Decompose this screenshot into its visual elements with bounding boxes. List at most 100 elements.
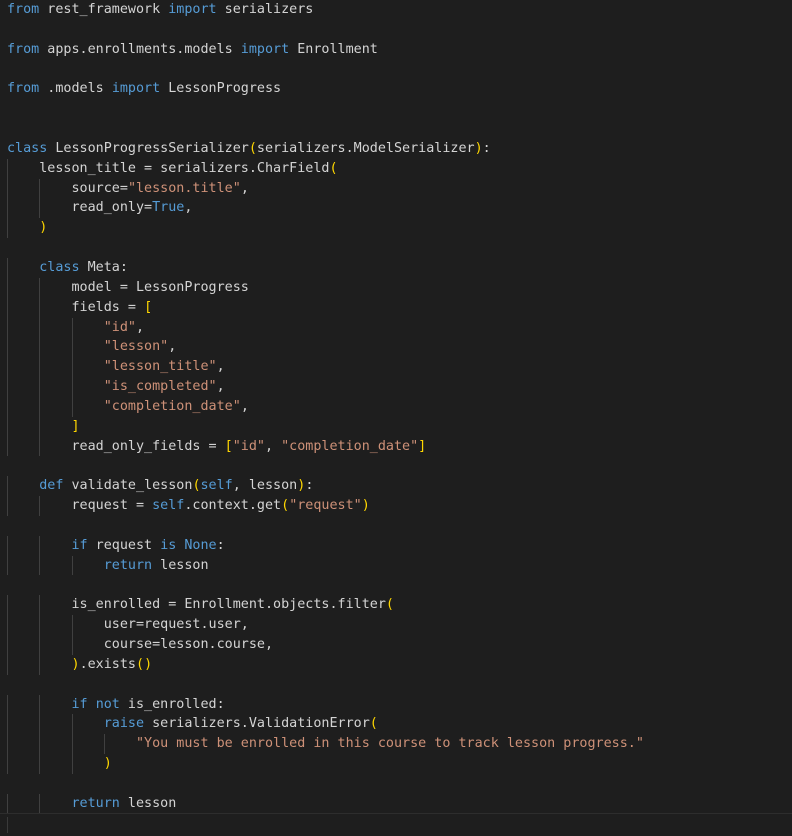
indent-guide bbox=[7, 555, 8, 576]
indent-guide bbox=[7, 277, 8, 298]
code-line[interactable]: is_enrolled = Enrollment.objects.filter( bbox=[7, 595, 792, 616]
code-line[interactable]: lesson_title = serializers.CharField( bbox=[7, 158, 792, 179]
indent-guide bbox=[39, 615, 41, 635]
code-text: user=request.user, bbox=[7, 617, 249, 633]
indent-guide bbox=[39, 793, 41, 814]
code-line[interactable]: "id", bbox=[7, 317, 792, 338]
indent-guide bbox=[39, 178, 41, 199]
indent-guide bbox=[39, 277, 41, 298]
indent-guide bbox=[39, 714, 41, 735]
code-line[interactable]: raise serializers.ValidationError( bbox=[7, 714, 792, 735]
code-line[interactable] bbox=[7, 60, 792, 80]
indent-guide bbox=[71, 635, 73, 655]
indent-guide bbox=[7, 635, 8, 655]
code-line[interactable]: request = self.context.get("request") bbox=[7, 496, 792, 516]
indent-guide bbox=[71, 337, 73, 358]
code-line[interactable] bbox=[7, 99, 792, 119]
code-line[interactable] bbox=[7, 20, 792, 40]
indent-guide bbox=[39, 754, 41, 774]
indent-guide bbox=[7, 694, 8, 715]
indent-guide bbox=[7, 535, 8, 556]
code-line[interactable]: class Meta: bbox=[7, 257, 792, 278]
indent-guide bbox=[39, 297, 41, 318]
indent-guide bbox=[7, 317, 8, 338]
code-text: class Meta: bbox=[39, 259, 128, 275]
code-line[interactable]: ) bbox=[7, 218, 792, 239]
indent-guide bbox=[7, 396, 8, 417]
code-line[interactable] bbox=[7, 238, 792, 258]
code-line[interactable]: read_only=True, bbox=[7, 198, 792, 219]
code-line[interactable]: "lesson", bbox=[7, 337, 792, 358]
indent-guide bbox=[39, 734, 41, 755]
code-text: return lesson bbox=[103, 557, 209, 573]
indent-guide bbox=[7, 654, 8, 675]
code-text: "You must be enrolled in this course to … bbox=[136, 736, 644, 752]
indent-guide bbox=[39, 416, 41, 437]
code-text: request = self.context.get("request") bbox=[7, 498, 370, 514]
code-line[interactable] bbox=[7, 516, 792, 536]
indent-guide bbox=[39, 555, 41, 576]
indent-guide bbox=[39, 377, 41, 397]
code-line[interactable] bbox=[7, 456, 792, 476]
indent-guide bbox=[39, 496, 41, 516]
code-line[interactable] bbox=[7, 675, 792, 695]
code-text: source="lesson.title", bbox=[7, 180, 249, 196]
indent-guide bbox=[71, 714, 73, 735]
indent-guide bbox=[7, 436, 8, 457]
code-text: "id", bbox=[103, 319, 145, 335]
indent-guide bbox=[39, 357, 41, 378]
code-line[interactable]: user=request.user, bbox=[7, 615, 792, 635]
code-line[interactable]: def validate_lesson(self, lesson): bbox=[7, 476, 792, 497]
indent-guide bbox=[39, 654, 41, 675]
code-line[interactable]: read_only_fields = ["id", "completion_da… bbox=[7, 436, 792, 457]
indent-guide bbox=[7, 297, 8, 318]
code-line[interactable]: model = LessonProgress bbox=[7, 277, 792, 298]
code-line[interactable]: fields = [ bbox=[7, 297, 792, 318]
code-line[interactable]: from .models import LessonProgress bbox=[7, 79, 792, 99]
code-text: ] bbox=[71, 418, 80, 434]
code-text: ) bbox=[39, 220, 48, 236]
code-text: raise serializers.ValidationError( bbox=[103, 716, 378, 732]
code-text: ).exists() bbox=[71, 656, 153, 672]
code-line[interactable]: from rest_framework import serializers bbox=[7, 0, 792, 20]
indent-guide bbox=[7, 416, 8, 437]
indent-guide bbox=[7, 257, 8, 278]
code-line[interactable]: "You must be enrolled in this course to … bbox=[7, 734, 792, 755]
code-line[interactable]: "lesson_title", bbox=[7, 357, 792, 378]
indent-guide bbox=[71, 357, 73, 378]
code-line[interactable]: if not is_enrolled: bbox=[7, 694, 792, 715]
code-text: def validate_lesson(self, lesson): bbox=[39, 478, 314, 494]
indent-guide bbox=[39, 694, 41, 715]
code-line[interactable]: "is_completed", bbox=[7, 377, 792, 397]
indent-guide bbox=[7, 357, 8, 378]
code-line[interactable]: if request is None: bbox=[7, 535, 792, 556]
indent-guide bbox=[7, 793, 8, 814]
indent-guide bbox=[39, 317, 41, 338]
indent-guide bbox=[71, 317, 73, 338]
indent-guide bbox=[39, 595, 41, 616]
indent-guide bbox=[7, 734, 8, 755]
code-line[interactable]: course=lesson.course, bbox=[7, 635, 792, 655]
code-line[interactable]: return lesson bbox=[7, 793, 792, 814]
code-text: read_only_fields = ["id", "completion_da… bbox=[7, 438, 427, 454]
code-line[interactable]: ) bbox=[7, 754, 792, 774]
indent-guide bbox=[7, 178, 8, 199]
horizontal-scrollbar[interactable] bbox=[0, 813, 792, 836]
code-line[interactable]: ).exists() bbox=[7, 654, 792, 675]
code-line[interactable] bbox=[7, 774, 792, 794]
code-line[interactable]: return lesson bbox=[7, 555, 792, 576]
code-line[interactable]: class LessonProgressSerializer(serialize… bbox=[7, 139, 792, 159]
indent-guide bbox=[7, 476, 8, 497]
code-line[interactable]: ] bbox=[7, 416, 792, 437]
indent-guide bbox=[39, 436, 41, 457]
indent-guide bbox=[7, 754, 8, 774]
code-line[interactable] bbox=[7, 119, 792, 139]
code-line[interactable]: source="lesson.title", bbox=[7, 178, 792, 199]
code-line[interactable]: "completion_date", bbox=[7, 396, 792, 417]
code-line[interactable]: from apps.enrollments.models import Enro… bbox=[7, 40, 792, 60]
code-line[interactable] bbox=[7, 575, 792, 595]
code-editor[interactable]: from rest_framework import serializers fr… bbox=[0, 0, 792, 836]
code-area[interactable]: from rest_framework import serializers fr… bbox=[7, 0, 792, 814]
code-text: is_enrolled = Enrollment.objects.filter( bbox=[7, 597, 394, 613]
indent-guide bbox=[71, 754, 73, 774]
